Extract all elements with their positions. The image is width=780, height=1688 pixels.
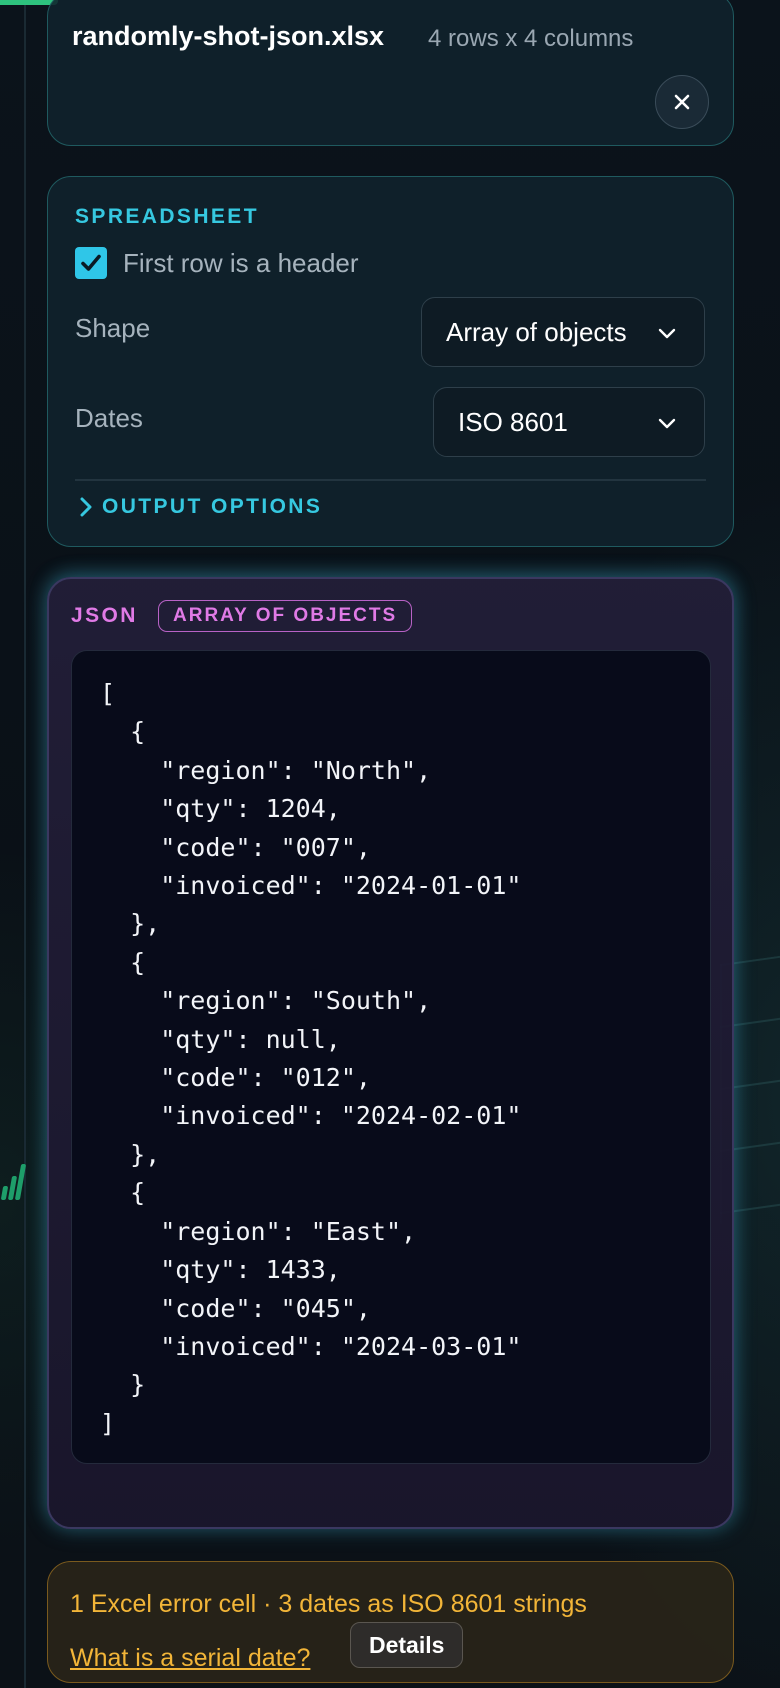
json-section-title: JSON bbox=[71, 604, 138, 627]
spreadsheet-settings-card: SPREADSHEET First row is a header Shape … bbox=[47, 176, 734, 547]
header-row-checkbox[interactable] bbox=[75, 247, 107, 279]
spreadsheet-section-title: SPREADSHEET bbox=[75, 205, 259, 228]
chevron-down-icon bbox=[658, 418, 676, 429]
shape-select-value: Array of objects bbox=[446, 316, 627, 347]
json-code-block[interactable]: [ { "region": "North", "qty": 1204, "cod… bbox=[71, 650, 711, 1464]
dates-select[interactable]: ISO 8601 bbox=[433, 387, 705, 457]
section-divider bbox=[75, 479, 706, 481]
file-name: randomly-shot-json.xlsx bbox=[72, 21, 385, 51]
shape-label: Shape bbox=[75, 313, 151, 343]
checkmark-icon bbox=[81, 254, 101, 271]
close-icon bbox=[674, 94, 690, 110]
left-rail bbox=[24, 0, 26, 1688]
json-code-text[interactable]: [ { "region": "North", "qty": 1204, "cod… bbox=[100, 675, 682, 1443]
shape-select[interactable]: Array of objects bbox=[421, 297, 705, 367]
remove-file-button[interactable] bbox=[655, 75, 709, 129]
header-row-label: First row is a header bbox=[123, 247, 359, 278]
notice-summary: 1 Excel error cell · 3 dates as ISO 8601… bbox=[70, 1590, 587, 1618]
chevron-right-icon bbox=[80, 497, 92, 517]
json-output-card: JSON ARRAY OF OBJECTS [ { "region": "Nor… bbox=[47, 577, 734, 1529]
serial-date-help-link[interactable]: What is a serial date? bbox=[70, 1644, 310, 1673]
conversion-notice: 1 Excel error cell · 3 dates as ISO 8601… bbox=[47, 1561, 734, 1683]
background-bars-decoration bbox=[0, 1140, 27, 1210]
output-options-toggle[interactable]: OUTPUT OPTIONS bbox=[78, 495, 322, 519]
header-row-toggle[interactable]: First row is a header bbox=[75, 247, 359, 279]
dates-label: Dates bbox=[75, 403, 143, 433]
output-options-label: OUTPUT OPTIONS bbox=[102, 495, 323, 518]
file-dimensions: 4 rows x 4 columns bbox=[428, 25, 634, 52]
dates-select-value: ISO 8601 bbox=[458, 406, 568, 437]
json-shape-badge: ARRAY OF OBJECTS bbox=[158, 600, 413, 632]
chevron-down-icon bbox=[658, 328, 676, 339]
details-button[interactable]: Details bbox=[350, 1622, 464, 1668]
file-card: randomly-shot-json.xlsx 4 rows x 4 colum… bbox=[47, 0, 734, 146]
